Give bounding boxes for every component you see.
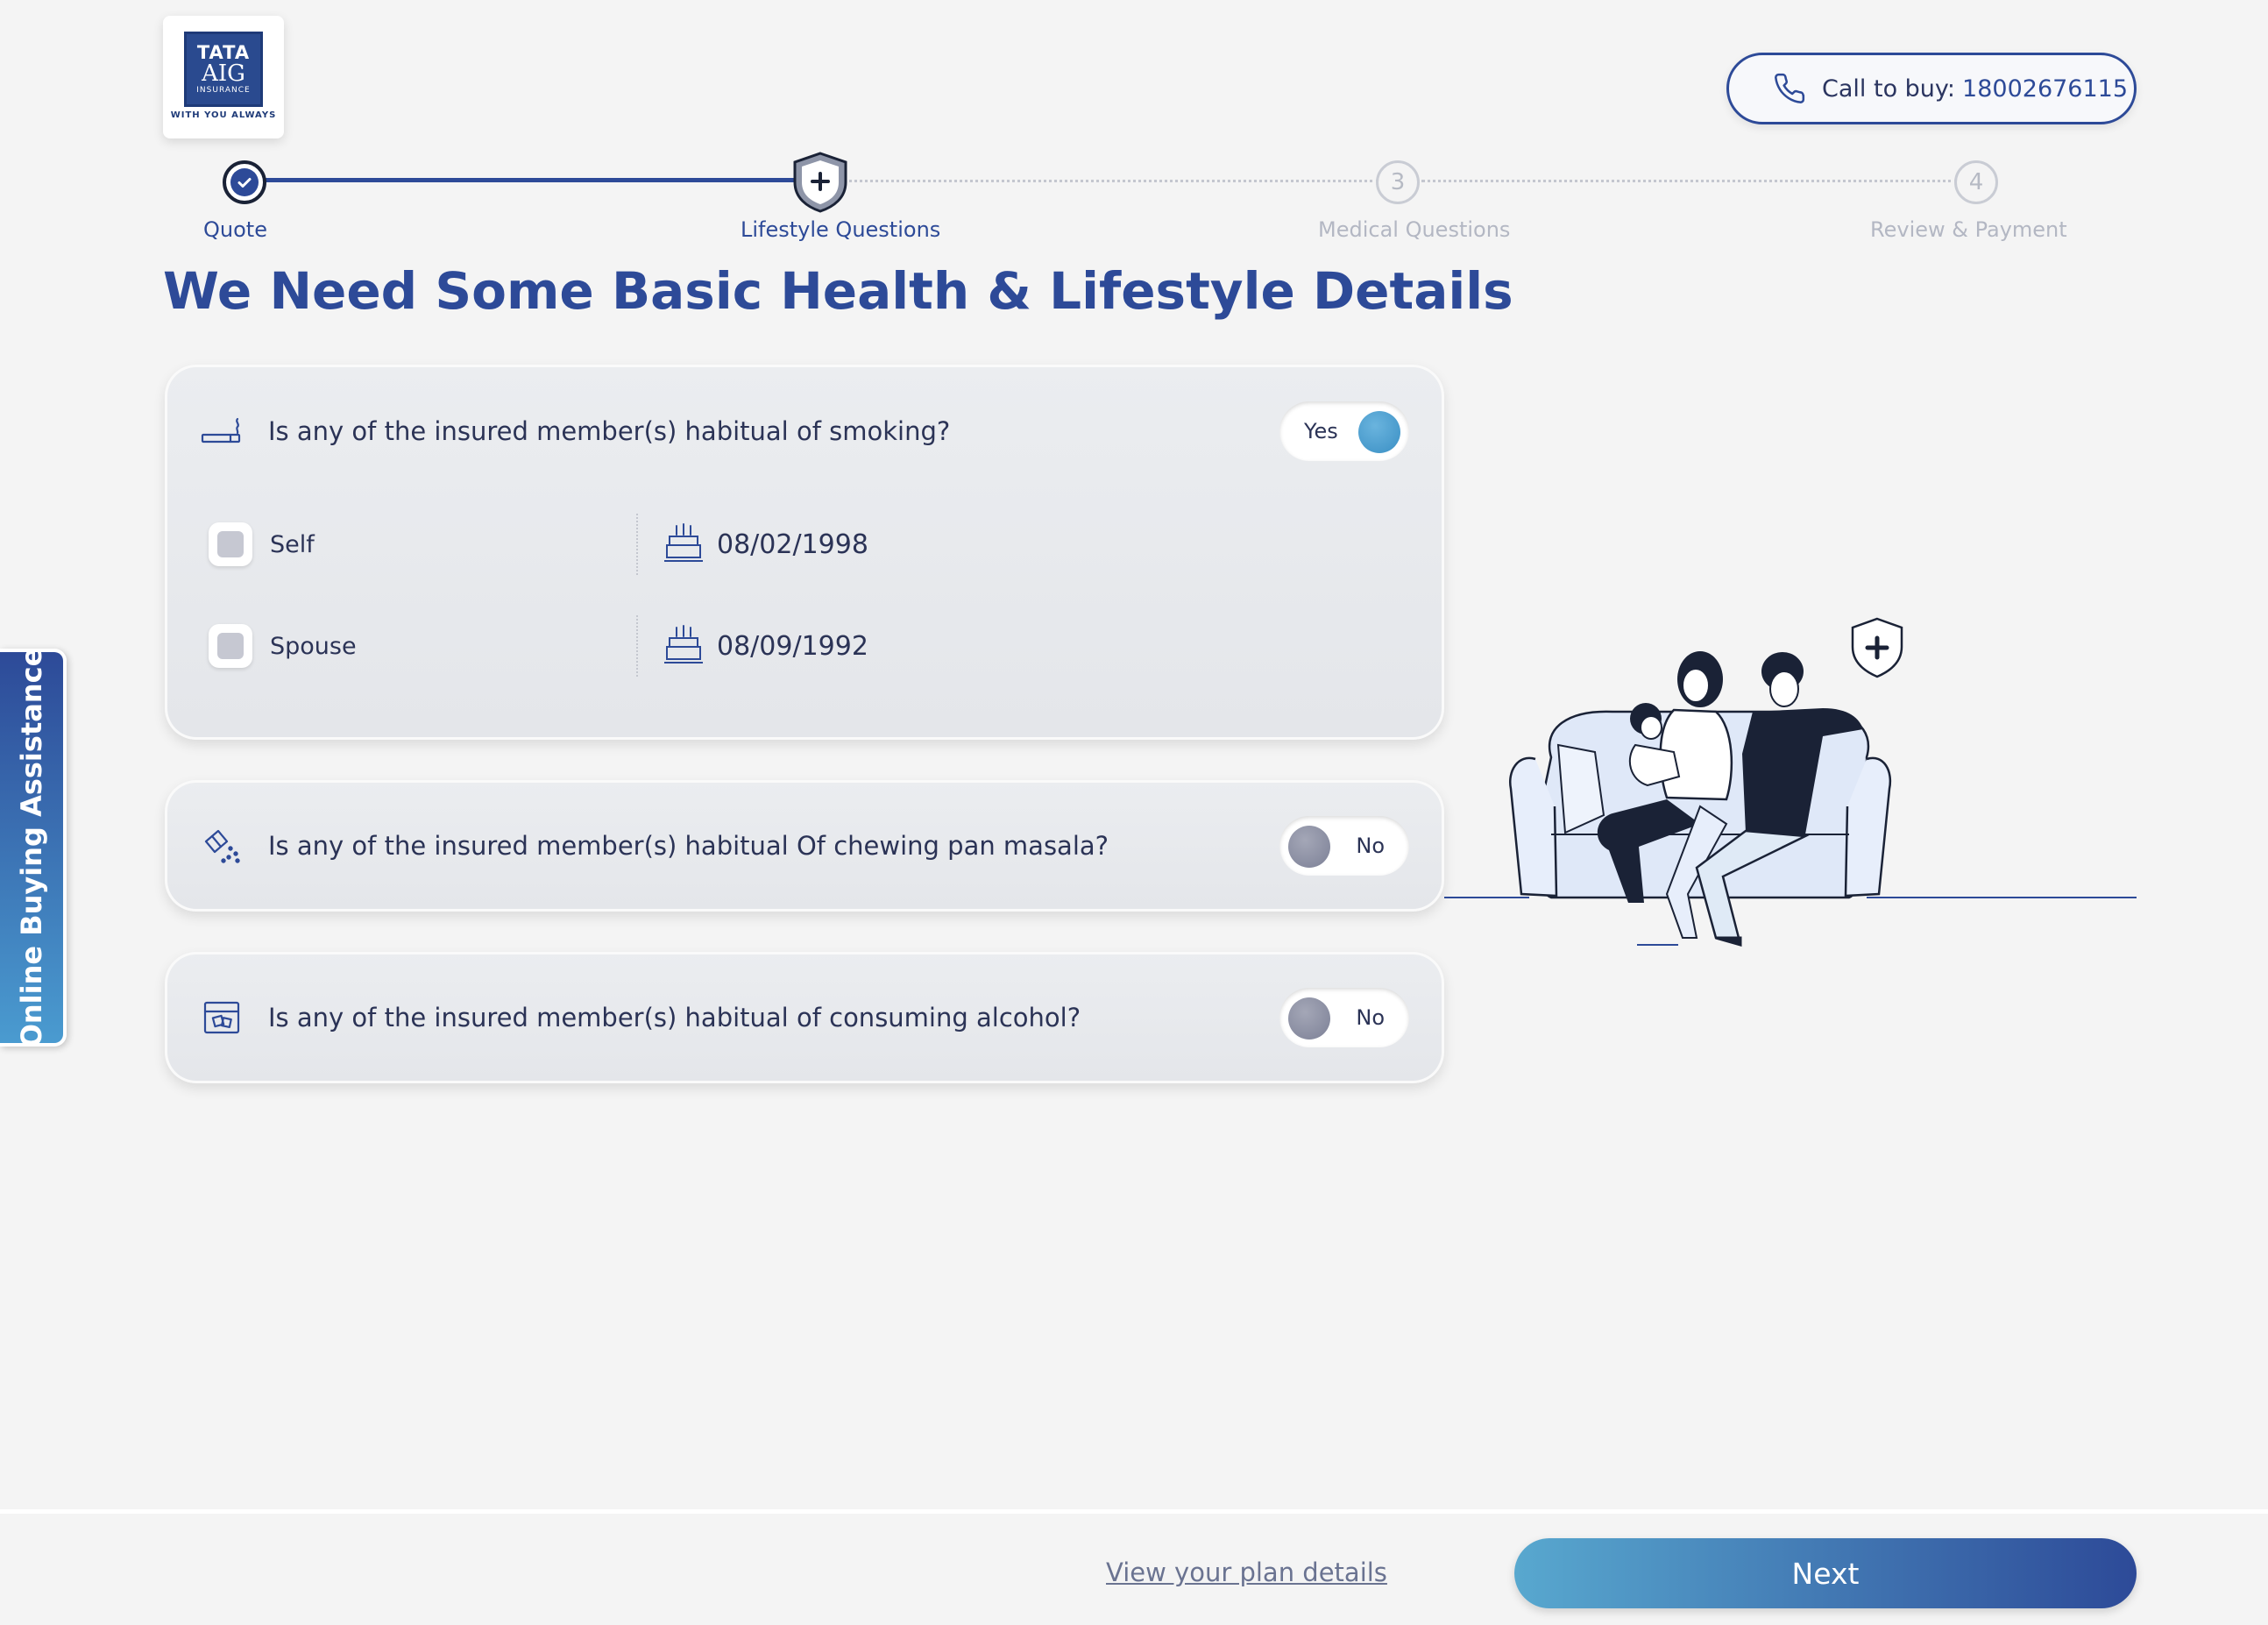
phone-icon <box>1775 73 1805 103</box>
question-card-smoking: Is any of the insured member(s) habitual… <box>165 365 1444 740</box>
member-row-self: Self 08/02/1998 <box>209 514 1348 575</box>
logo-line3: INSURANCE <box>196 86 251 95</box>
member-dob: 08/02/1998 <box>717 529 868 560</box>
question-row: Is any of the insured member(s) habitual… <box>200 396 1409 466</box>
toggle-knob <box>1358 411 1400 453</box>
question-text: Is any of the insured member(s) habitual… <box>268 1003 1081 1032</box>
stepper-line-completed <box>263 178 799 182</box>
question-row: Is any of the insured member(s) habitual… <box>200 983 1409 1053</box>
side-tab-label: Online Buying Assistance <box>15 647 48 1048</box>
birthday-cake-icon <box>664 523 703 562</box>
tata-aig-logo[interactable]: TATA AIG INSURANCE WITH YOU ALWAYS <box>163 16 284 138</box>
alcohol-icon <box>200 996 244 1040</box>
logo-tagline: WITH YOU ALWAYS <box>170 110 277 120</box>
question-text: Is any of the insured member(s) habitual… <box>268 416 951 446</box>
page-title: We Need Some Basic Health & Lifestyle De… <box>163 261 1513 321</box>
step-label-review: Review & Payment <box>1870 217 2067 242</box>
smoking-toggle[interactable]: Yes <box>1279 401 1409 461</box>
step-label-quote[interactable]: Quote <box>203 217 267 242</box>
call-to-buy-button[interactable]: Call to buy: 18002676115 <box>1726 53 2137 124</box>
step-quote-indicator[interactable] <box>223 160 266 204</box>
step-label-lifestyle: Lifestyle Questions <box>741 217 941 242</box>
logo-line1: TATA <box>196 42 251 63</box>
self-checkbox[interactable] <box>209 522 252 566</box>
next-button[interactable]: Next <box>1514 1538 2137 1608</box>
divider <box>636 514 638 575</box>
call-label: Call to buy: <box>1822 75 1956 103</box>
progress-stepper: 3 4 Quote Lifestyle Questions Medical Qu… <box>0 149 2268 254</box>
check-icon <box>230 168 259 196</box>
toggle-label: Yes <box>1304 419 1338 444</box>
spouse-checkbox[interactable] <box>209 624 252 668</box>
toggle-knob <box>1288 997 1330 1040</box>
member-name: Spouse <box>270 633 357 660</box>
online-buying-assistance-tab[interactable]: Online Buying Assistance <box>0 647 67 1048</box>
logo-mark: TATA AIG INSURANCE <box>184 32 263 107</box>
member-name: Self <box>270 531 315 558</box>
toggle-knob <box>1288 826 1330 868</box>
step-lifestyle-shield-icon <box>791 151 849 217</box>
page: TATA AIG INSURANCE WITH YOU ALWAYS Call … <box>0 0 2268 1625</box>
pan-masala-icon <box>200 824 244 868</box>
stepper-line-pending <box>843 180 1379 182</box>
birthday-cake-icon <box>664 625 703 663</box>
view-plan-details-link[interactable]: View your plan details <box>1106 1558 1387 1587</box>
pan-masala-toggle[interactable]: No <box>1279 816 1409 876</box>
question-card-pan-masala: Is any of the insured member(s) habitual… <box>165 780 1444 912</box>
toggle-label: No <box>1356 834 1385 858</box>
toggle-label: No <box>1356 1005 1385 1030</box>
cigarette-icon <box>200 409 244 453</box>
question-row: Is any of the insured member(s) habitual… <box>200 811 1409 881</box>
step-review-indicator: 4 <box>1954 160 1998 204</box>
divider <box>636 615 638 677</box>
step-medical-indicator: 3 <box>1376 160 1420 204</box>
footer-bar: View your plan details Next <box>0 1509 2268 1625</box>
member-dob: 08/09/1992 <box>717 631 868 662</box>
member-row-spouse: Spouse 08/09/1992 <box>209 615 1348 677</box>
question-text: Is any of the insured member(s) habitual… <box>268 831 1109 861</box>
question-card-alcohol: Is any of the insured member(s) habitual… <box>165 952 1444 1083</box>
alcohol-toggle[interactable]: No <box>1279 988 1409 1047</box>
stepper-line-pending <box>1421 180 1958 182</box>
family-on-sofa-illustration <box>1444 617 2137 947</box>
call-number: 18002676115 <box>1962 75 2129 103</box>
step-label-medical: Medical Questions <box>1318 217 1511 242</box>
logo-line2: AIG <box>202 60 245 87</box>
